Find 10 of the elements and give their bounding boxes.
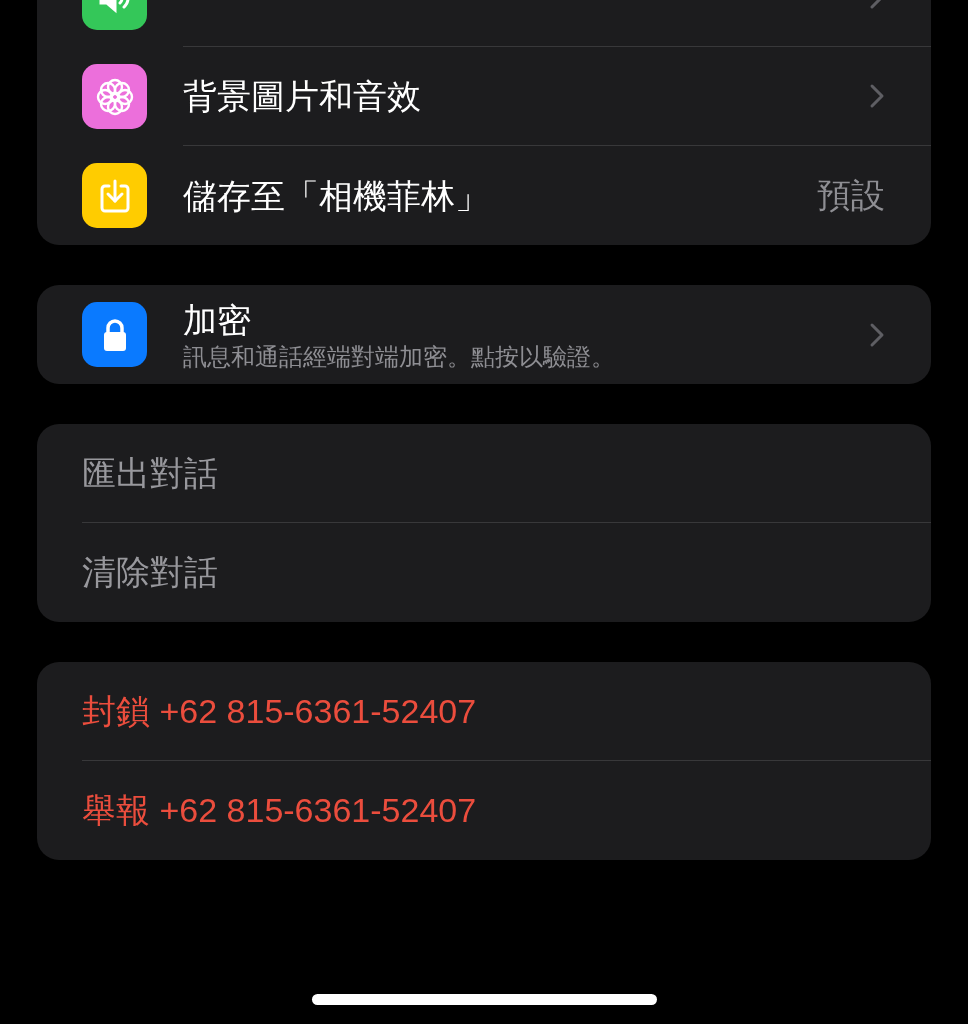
setting-label: 加密 [183,299,252,341]
setting-description: 訊息和通話經端對端加密。點按以驗證。 [183,341,616,372]
setting-value: 預設 [817,175,885,216]
settings-row[interactable]: 加密 訊息和通話經端對端加密。點按以驗證。 [37,285,931,384]
settings-row[interactable]: 背景圖片和音效 [37,47,931,146]
setting-label: 儲存至「相機菲林」 [183,175,490,217]
destructive-action[interactable]: 封鎖 +62 815-6361-52407 [82,685,477,737]
setting-label: 背景圖片和音效 [183,76,422,117]
settings-row[interactable]: 儲存至「相機菲林」 預設 [37,146,931,245]
destructive-action[interactable]: 舉報 +62 815-6361-52407 [82,785,477,836]
